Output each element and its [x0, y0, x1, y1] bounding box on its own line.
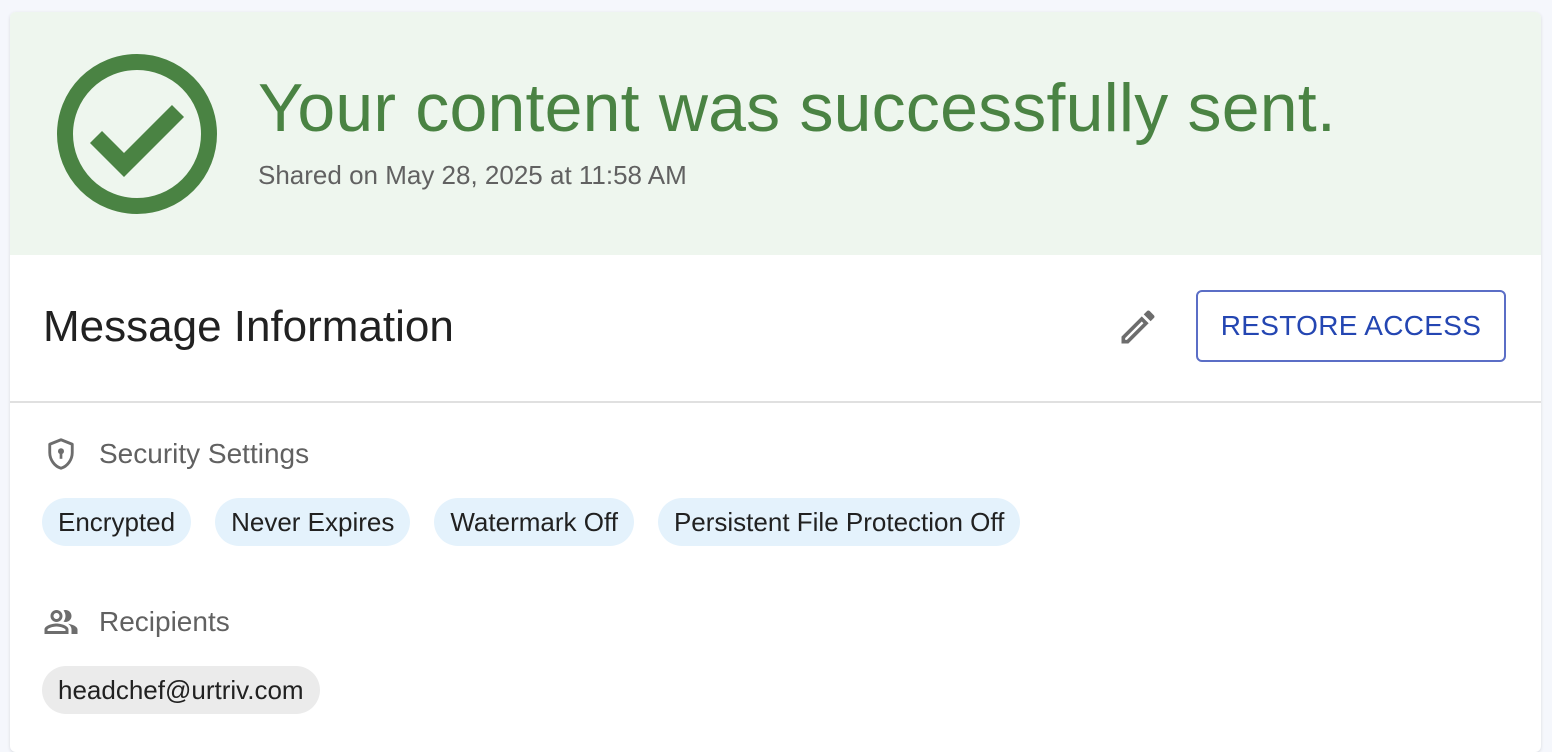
content-card: Your content was successfully sent. Shar… — [10, 12, 1541, 752]
success-banner: Your content was successfully sent. Shar… — [10, 12, 1541, 255]
security-chips: Encrypted Never Expires Watermark Off Pe… — [42, 498, 1021, 546]
pencil-icon[interactable] — [1116, 305, 1160, 349]
security-chip: Never Expires — [215, 498, 411, 546]
success-title: Your content was successfully sent. — [258, 70, 1336, 146]
check-circle-icon — [57, 54, 217, 214]
security-settings-text: Security Settings — [99, 438, 310, 469]
recipients-text: Recipients — [99, 606, 230, 637]
security-settings-label: Security Settings — [43, 436, 309, 472]
recipient-chips: headchef@urtriv.com — [42, 666, 320, 714]
shared-timestamp: Shared on May 28, 2025 at 11:58 AM — [258, 160, 687, 190]
people-icon — [44, 610, 78, 634]
security-chip: Watermark Off — [434, 498, 634, 546]
security-chip: Encrypted — [42, 498, 192, 546]
recipient-chip: headchef@urtriv.com — [42, 666, 320, 714]
section-title: Message Information — [43, 302, 454, 351]
security-chip: Persistent File Protection Off — [657, 498, 1021, 546]
restore-access-button[interactable]: RESTORE ACCESS — [1196, 290, 1506, 362]
message-info-header: Message Information RESTORE ACCESS — [10, 255, 1541, 403]
shield-icon — [48, 438, 74, 470]
recipients-label: Recipients — [43, 604, 230, 640]
